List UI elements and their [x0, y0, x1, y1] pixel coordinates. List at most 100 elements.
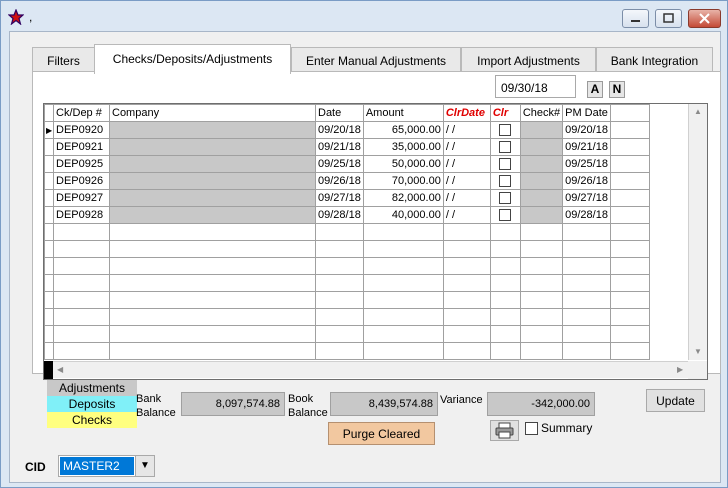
cell-clr[interactable] [489, 189, 521, 207]
scroll-up-icon[interactable]: ▲ [694, 107, 702, 116]
cell-ckdep[interactable]: DEP0928 [53, 206, 110, 224]
cell-ckdep[interactable] [53, 325, 110, 343]
cell-ckdep[interactable]: DEP0926 [53, 172, 110, 190]
cell-date[interactable]: 09/28/18 [315, 206, 364, 224]
scroll-down-icon[interactable]: ▼ [694, 347, 702, 356]
table-row[interactable] [44, 257, 651, 275]
cell-ckdep[interactable]: DEP0925 [53, 155, 110, 173]
cell-clr[interactable] [489, 223, 521, 241]
cell-ckdep[interactable] [53, 240, 110, 258]
cell-clrdate[interactable] [442, 274, 491, 292]
print-button[interactable] [490, 420, 519, 441]
cell-clr[interactable] [489, 240, 521, 258]
clr-checkbox[interactable] [499, 158, 512, 171]
cell-pm-date[interactable] [562, 223, 612, 241]
cell-date[interactable]: 09/26/18 [315, 172, 364, 190]
table-row[interactable] [44, 291, 651, 309]
cell-date[interactable] [315, 308, 364, 326]
tab-filters[interactable]: Filters [32, 47, 95, 73]
cell-date[interactable]: 09/21/18 [315, 138, 364, 156]
cell-pm-date[interactable]: 09/27/18 [562, 189, 612, 207]
col-amount[interactable]: Amount [362, 104, 444, 122]
table-row[interactable]: DEP0926 09/26/18 70,000.00/ /09/26/18 [44, 172, 651, 190]
cell-pm-date[interactable]: 09/28/18 [562, 206, 612, 224]
cell-date[interactable]: 09/25/18 [315, 155, 364, 173]
cell-ckdep[interactable]: DEP0921 [53, 138, 110, 156]
cell-clrdate[interactable]: / / [442, 138, 491, 156]
cid-select[interactable]: MASTER2 ▼ [58, 455, 155, 477]
cell-pm-date[interactable] [562, 308, 612, 326]
purge-cleared-button[interactable]: Purge Cleared [328, 422, 435, 445]
tab-import-adjustments[interactable]: Import Adjustments [461, 47, 596, 73]
cell-date[interactable]: 09/20/18 [315, 121, 364, 139]
cell-amount[interactable] [362, 325, 444, 343]
cell-check-num[interactable] [519, 257, 564, 275]
cell-check-num[interactable] [519, 274, 564, 292]
cell-check-num[interactable] [519, 121, 564, 139]
cell-clr[interactable] [489, 121, 521, 139]
cell-check-num[interactable] [519, 172, 564, 190]
cell-clr[interactable] [489, 308, 521, 326]
chevron-down-icon[interactable]: ▼ [135, 456, 154, 476]
minimize-button[interactable] [622, 9, 649, 28]
table-row[interactable] [44, 325, 651, 343]
cell-clrdate[interactable] [442, 308, 491, 326]
close-button[interactable] [688, 9, 721, 28]
cell-company[interactable] [109, 172, 316, 190]
table-row[interactable]: DEP0927 09/27/18 82,000.00/ /09/27/18 [44, 189, 651, 207]
cell-amount[interactable] [362, 274, 444, 292]
table-row[interactable]: DEP0925 09/25/18 50,000.00/ /09/25/18 [44, 155, 651, 173]
cell-date[interactable] [315, 274, 364, 292]
cell-company[interactable] [109, 291, 316, 309]
cell-check-num[interactable] [519, 223, 564, 241]
cell-company[interactable] [109, 138, 316, 156]
cell-pm-date[interactable] [562, 342, 612, 360]
cell-company[interactable] [109, 223, 316, 241]
cell-amount[interactable]: 70,000.00 [362, 172, 444, 190]
cell-company[interactable] [109, 308, 316, 326]
col-company[interactable]: Company [109, 104, 316, 122]
cell-clr[interactable] [489, 138, 521, 156]
table-row[interactable]: ▶ DEP0920 09/20/18 65,000.00/ /09/20/18 [44, 121, 651, 139]
cell-clr[interactable] [489, 172, 521, 190]
a-button[interactable]: A [587, 81, 603, 98]
cell-clrdate[interactable] [442, 342, 491, 360]
cell-clrdate[interactable]: / / [442, 189, 491, 207]
table-row[interactable]: DEP0921 09/21/18 35,000.00/ /09/21/18 [44, 138, 651, 156]
cell-company[interactable] [109, 155, 316, 173]
cell-company[interactable] [109, 257, 316, 275]
cell-pm-date[interactable]: 09/20/18 [562, 121, 612, 139]
cell-date[interactable] [315, 223, 364, 241]
cell-ckdep[interactable] [53, 291, 110, 309]
cell-amount[interactable]: 40,000.00 [362, 206, 444, 224]
horizontal-scrollbar[interactable]: ◀ ▶ [53, 361, 688, 378]
cell-company[interactable] [109, 274, 316, 292]
scroll-left-icon[interactable]: ◀ [57, 365, 63, 374]
cell-ckdep[interactable]: DEP0920 [53, 121, 110, 139]
cell-clrdate[interactable]: / / [442, 206, 491, 224]
cell-clr[interactable] [489, 325, 521, 343]
cell-check-num[interactable] [519, 342, 564, 360]
col-check-num[interactable]: Check# [519, 104, 564, 122]
cell-ckdep[interactable] [53, 342, 110, 360]
cell-date[interactable] [315, 291, 364, 309]
cell-clr[interactable] [489, 342, 521, 360]
cell-amount[interactable]: 50,000.00 [362, 155, 444, 173]
cell-pm-date[interactable] [562, 291, 612, 309]
cell-check-num[interactable] [519, 240, 564, 258]
table-row[interactable] [44, 240, 651, 258]
cell-company[interactable] [109, 121, 316, 139]
cell-pm-date[interactable] [562, 240, 612, 258]
col-clrdate[interactable]: ClrDate [442, 104, 491, 122]
cell-pm-date[interactable]: 09/26/18 [562, 172, 612, 190]
table-row[interactable]: DEP0928 09/28/18 40,000.00/ /09/28/18 [44, 206, 651, 224]
table-row[interactable] [44, 342, 651, 360]
tab-bank-integration[interactable]: Bank Integration [596, 47, 713, 73]
maximize-button[interactable] [655, 9, 682, 28]
cell-clrdate[interactable]: / / [442, 155, 491, 173]
cell-clrdate[interactable] [442, 325, 491, 343]
col-pm-date[interactable]: PM Date [562, 104, 612, 122]
scroll-right-icon[interactable]: ▶ [677, 365, 683, 374]
cell-ckdep[interactable]: DEP0927 [53, 189, 110, 207]
clr-checkbox[interactable] [499, 175, 512, 188]
